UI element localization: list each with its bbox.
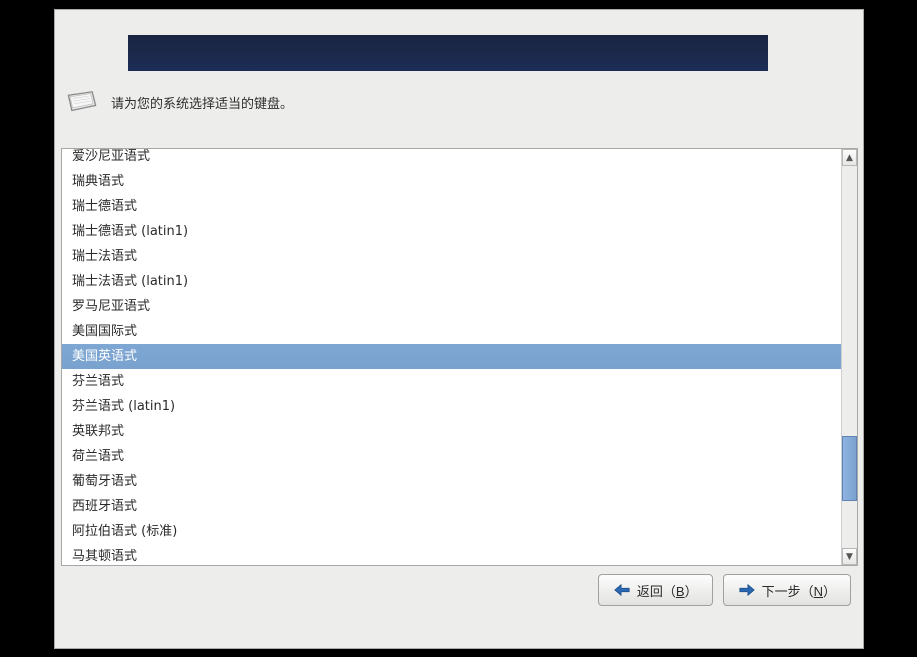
list-item[interactable]: 瑞士法语式 <box>62 244 841 269</box>
list-item[interactable]: 葡萄牙语式 <box>62 469 841 494</box>
arrow-right-icon <box>738 583 756 597</box>
list-item[interactable]: 美国国际式 <box>62 319 841 344</box>
scroll-down-button[interactable]: ▼ <box>842 548 857 565</box>
scroll-up-button[interactable]: ▲ <box>842 149 857 166</box>
keyboard-listbox-frame: 爱沙尼亚语式瑞典语式瑞士德语式瑞士德语式 (latin1)瑞士法语式瑞士法语式 … <box>61 148 858 566</box>
list-item[interactable]: 芬兰语式 <box>62 369 841 394</box>
list-item[interactable]: 瑞典语式 <box>62 169 841 194</box>
next-button[interactable]: 下一步（N） <box>723 574 851 606</box>
banner <box>128 35 768 71</box>
chevron-down-icon: ▼ <box>846 552 853 562</box>
scrollbar: ▲ ▼ <box>841 149 858 565</box>
intro-text: 请为您的系统选择适当的键盘。 <box>111 93 293 112</box>
chevron-up-icon: ▲ <box>846 153 853 163</box>
button-row: 返回（B） 下一步（N） <box>598 574 851 606</box>
list-item[interactable]: 美国英语式 <box>62 344 841 369</box>
back-button-label: 返回（B） <box>637 581 698 600</box>
list-item[interactable]: 英联邦式 <box>62 419 841 444</box>
list-item[interactable]: 罗马尼亚语式 <box>62 294 841 319</box>
list-item[interactable]: 瑞士德语式 <box>62 194 841 219</box>
list-item[interactable]: 马其顿语式 <box>62 544 841 565</box>
intro-row: 请为您的系统选择适当的键盘。 <box>65 88 293 116</box>
scroll-thumb[interactable] <box>842 436 857 501</box>
list-item[interactable]: 西班牙语式 <box>62 494 841 519</box>
keyboard-icon <box>65 88 99 116</box>
installer-window: 请为您的系统选择适当的键盘。 爱沙尼亚语式瑞典语式瑞士德语式瑞士德语式 (lat… <box>54 9 864 649</box>
arrow-left-icon <box>613 583 631 597</box>
list-item[interactable]: 瑞士德语式 (latin1) <box>62 219 841 244</box>
back-button[interactable]: 返回（B） <box>598 574 713 606</box>
keyboard-listbox[interactable]: 爱沙尼亚语式瑞典语式瑞士德语式瑞士德语式 (latin1)瑞士法语式瑞士法语式 … <box>62 149 841 565</box>
list-item[interactable]: 芬兰语式 (latin1) <box>62 394 841 419</box>
next-button-label: 下一步（N） <box>762 581 836 600</box>
list-item[interactable]: 荷兰语式 <box>62 444 841 469</box>
list-item[interactable]: 阿拉伯语式 (标准) <box>62 519 841 544</box>
scroll-track[interactable] <box>842 166 857 548</box>
list-item[interactable]: 瑞士法语式 (latin1) <box>62 269 841 294</box>
list-item[interactable]: 爱沙尼亚语式 <box>62 149 841 169</box>
